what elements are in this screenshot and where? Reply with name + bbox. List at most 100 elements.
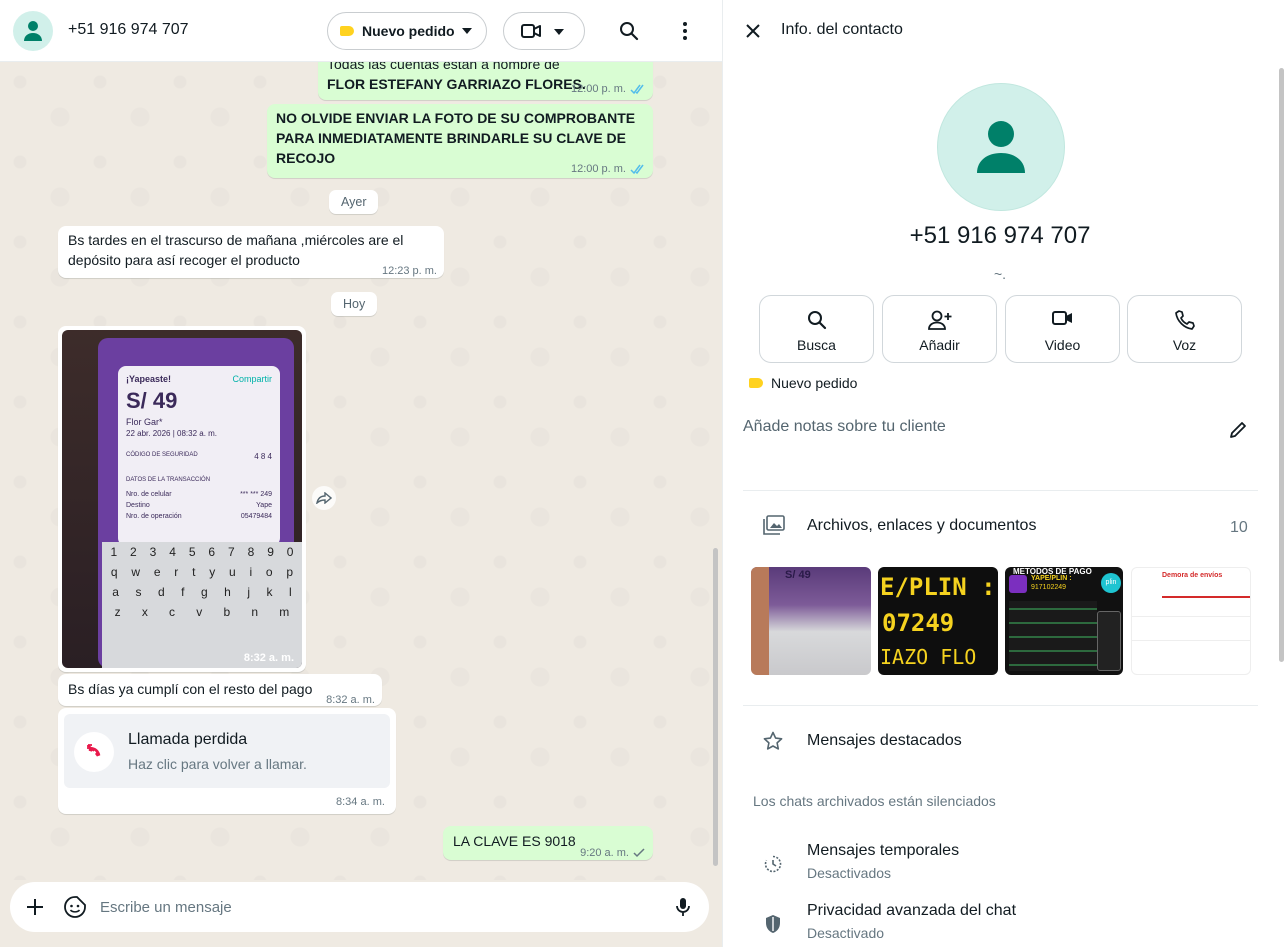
forward-button[interactable]: [312, 486, 336, 510]
message-meta: 12:00 p. m.: [571, 159, 646, 179]
receipt-sec-code: 4 8 4: [254, 452, 272, 461]
message-text: PARA INMEDIATAMENTE BRINDARLE SU CLAVE D…: [276, 130, 626, 146]
thumb-edge: [751, 567, 769, 675]
message-input[interactable]: [100, 882, 660, 932]
phone-keyboard: 1234567890 qwertyuiop a s d f g h j k l z x c v b n m: [102, 542, 302, 668]
star-icon: [763, 731, 783, 750]
keyboard-key: b: [223, 605, 231, 619]
thumb-text: Demora de envíos: [1162, 572, 1223, 579]
message-time: 8:32 a. m.: [326, 694, 375, 706]
keyboard-key: 8: [247, 545, 255, 559]
message-outgoing[interactable]: NO OLVIDE ENVIAR LA FOTO DE SU COMPROBAN…: [267, 104, 653, 178]
contact-label-text: Nuevo pedido: [771, 375, 858, 391]
composer-box: [10, 882, 709, 932]
thumb-list: [1009, 601, 1097, 671]
receipt-sec-label: CÓDIGO DE SEGURIDAD: [126, 452, 198, 458]
thumb-text: IAZO FLO: [880, 645, 977, 669]
video-call-button[interactable]: Video: [1005, 295, 1120, 363]
keyboard-key: h: [224, 585, 231, 599]
chat-pane: +51 916 974 707 Nuevo pedido Todas las c…: [0, 0, 722, 947]
thumb-phone: [1097, 611, 1121, 671]
message-time: 8:34 a. m.: [336, 796, 385, 808]
keyboard-key: n: [251, 605, 259, 619]
chat-scrollbar-thumb[interactable]: [713, 548, 718, 866]
message-incoming[interactable]: Bs días ya cumplí con el resto del pago …: [58, 674, 382, 706]
search-action-button[interactable]: Busca: [759, 295, 874, 363]
check-icon: [633, 848, 645, 858]
notes-field[interactable]: Añade notas sobre tu cliente: [743, 418, 946, 436]
plus-icon: [27, 899, 43, 915]
receipt-row-key: Nro. de operación: [126, 513, 182, 520]
media-thumbnail[interactable]: Demora de envíos: [1131, 567, 1251, 675]
contact-phone: +51 916 974 707: [909, 222, 1091, 249]
keyboard-key: 9: [267, 545, 274, 559]
message-time: 12:00 p. m.: [570, 83, 626, 95]
info-scrollbar-thumb[interactable]: [1279, 68, 1284, 662]
thumb-text: 917102249: [1031, 584, 1067, 591]
voice-call-label: Voz: [1172, 337, 1197, 353]
keyboard-key: 6: [208, 545, 216, 559]
media-thumbnail[interactable]: METODOS DE PAGO YAPE/PLIN : 917102249 pl…: [1005, 567, 1123, 675]
menu-button[interactable]: [669, 15, 701, 47]
receipt-amount: S/ 49: [126, 388, 178, 413]
keyboard-key: i: [249, 565, 253, 579]
message-time: 12:23 p. m.: [381, 265, 437, 277]
divider: [743, 705, 1258, 706]
add-person-icon: [927, 310, 951, 330]
contact-avatar[interactable]: [13, 11, 53, 51]
keyboard-key: f: [181, 585, 185, 599]
caret-down-icon: [554, 29, 564, 35]
close-info-button[interactable]: [737, 15, 769, 47]
mic-icon: [676, 898, 690, 916]
message-list[interactable]: Todas las cuentas están a nombre de FLOR…: [0, 62, 722, 880]
keyboard-key: l: [289, 585, 292, 599]
close-icon: [746, 24, 760, 38]
chat-contact-name[interactable]: +51 916 974 707: [68, 21, 189, 39]
video-call-label: Video: [1044, 337, 1081, 353]
message-text: depósito para así recoger el producto: [68, 252, 300, 268]
receipt-row-value: 05479484: [240, 513, 272, 520]
yape-logo: [1009, 575, 1027, 593]
missed-call-badge: [74, 732, 114, 772]
message-text: Todas las cuentas están a nombre de: [327, 62, 560, 72]
message-text: FLOR ESTEFANY GARRIAZO FLORES.: [327, 76, 586, 92]
advanced-privacy-title: Privacidad avanzada del chat: [807, 902, 1017, 919]
contact-avatar-large[interactable]: [937, 83, 1065, 211]
edit-notes-button[interactable]: [1222, 414, 1254, 446]
keyboard-key: 1: [110, 545, 118, 559]
date-divider: Ayer: [329, 190, 379, 214]
voice-call-button[interactable]: Voz: [1127, 295, 1242, 363]
payment-screenshot[interactable]: ¡Yapeaste! Compartir S/ 49 Flor Gar* 22 a…: [62, 330, 302, 668]
keyboard-key: t: [192, 565, 196, 579]
receipt-row-key: Nro. de celular: [126, 491, 172, 498]
label-dropdown[interactable]: Nuevo pedido: [327, 12, 487, 50]
media-thumbnail[interactable]: E/PLIN : 07249 IAZO FLO: [878, 567, 998, 675]
voice-message-button[interactable]: [667, 891, 699, 923]
forward-icon: [316, 492, 332, 504]
keyboard-key: w: [131, 565, 141, 579]
video-call-dropdown[interactable]: [503, 12, 585, 50]
media-icon: [763, 515, 785, 535]
message-outgoing[interactable]: LA CLAVE ES 9018 9:20 a. m.: [443, 826, 653, 860]
contact-label[interactable]: Nuevo pedido: [749, 375, 857, 391]
message-time: 12:00 p. m.: [570, 163, 626, 175]
search-button[interactable]: [613, 15, 645, 47]
attach-button[interactable]: [19, 891, 51, 923]
archived-note: Los chats archivados están silenciados: [753, 793, 996, 809]
search-icon: [620, 22, 639, 41]
media-thumbnail[interactable]: S/ 49: [751, 567, 871, 675]
missed-call-card[interactable]: Llamada perdida Haz clic para volver a l…: [64, 714, 390, 788]
keyboard-key: e: [153, 565, 161, 579]
message-outgoing[interactable]: Todas las cuentas están a nombre de FLOR…: [318, 62, 653, 100]
message-incoming[interactable]: Bs tardes en el trascurso de mañana ,mié…: [58, 226, 444, 278]
missed-call-icon: [87, 744, 101, 757]
sticker-button[interactable]: [59, 891, 91, 923]
image-message[interactable]: ¡Yapeaste! Compartir S/ 49 Flor Gar* 22 a…: [58, 326, 306, 672]
search-icon: [807, 311, 826, 330]
add-contact-button[interactable]: Añadir: [882, 295, 997, 363]
keyboard-key: m: [279, 605, 290, 619]
thumb-amount: S/ 49: [785, 569, 811, 581]
image-time: 8:32 a. m.: [243, 652, 294, 664]
search-action-label: Busca: [797, 337, 836, 353]
message-text: Bs días ya cumplí con el resto del pago: [68, 681, 313, 697]
